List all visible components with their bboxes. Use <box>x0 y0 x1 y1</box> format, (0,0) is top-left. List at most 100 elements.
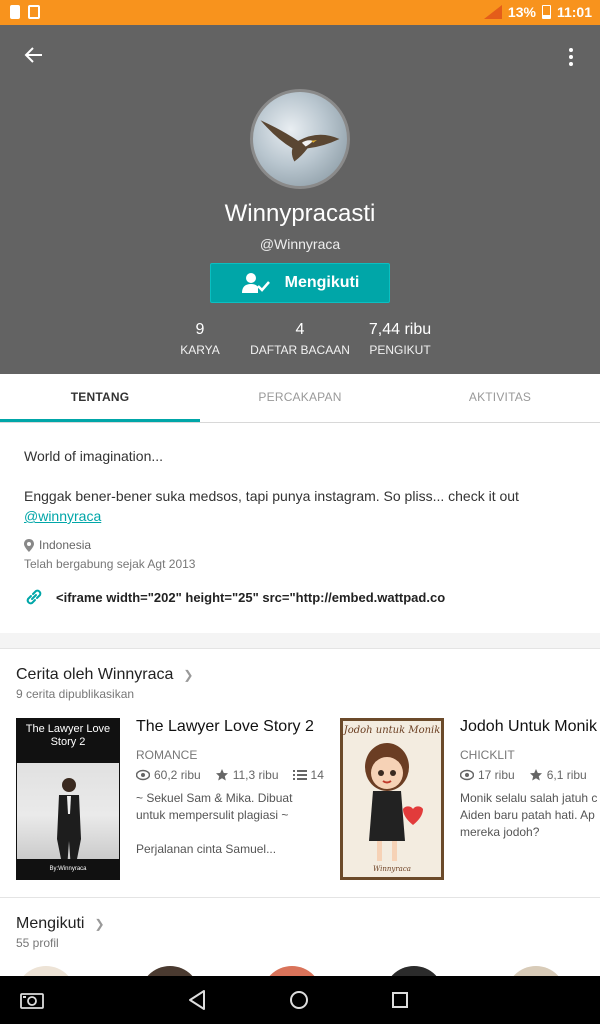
story-stats: 60,2 ribu 11,3 ribu 14 <box>136 768 324 782</box>
desc-line: untuk mempersulit plagiasi ~ <box>136 808 289 822</box>
story-stats: 17 ribu 6,1 ribu <box>460 768 600 782</box>
stat-value: 9 <box>195 321 205 338</box>
stat-works[interactable]: 9 KARYA <box>170 321 230 357</box>
desc-line: Monik selalu salah jatuh c <box>460 791 598 805</box>
nav-home-button[interactable] <box>287 988 311 1012</box>
story-votes: 11,3 ribu <box>232 768 279 782</box>
tab-activity[interactable]: AKTIVITAS <box>400 374 600 422</box>
following-title-text: Mengikuti <box>16 915 85 932</box>
circle-home-icon <box>290 991 308 1009</box>
star-icon <box>529 769 542 781</box>
section-divider <box>0 897 600 898</box>
following-section-title[interactable]: Mengikuti ❯ <box>16 915 105 933</box>
eye-icon <box>136 769 150 781</box>
profile-name: Winnypracasti <box>224 200 376 227</box>
nav-recents-button[interactable] <box>388 988 412 1012</box>
stories-title-text: Cerita oleh Winnyraca <box>16 666 174 683</box>
avatar[interactable] <box>262 966 322 976</box>
user-check-icon <box>241 273 270 293</box>
avatar[interactable] <box>16 966 76 976</box>
joined-date: Telah bergabung sejak Agt 2013 <box>24 557 196 571</box>
active-tab-indicator <box>0 419 200 422</box>
screenshot-button[interactable] <box>20 988 44 1012</box>
stories-count: 9 cerita dipublikasikan <box>16 687 135 701</box>
triangle-back-icon <box>189 990 205 1010</box>
avatar[interactable] <box>140 966 200 976</box>
story-genre: CHICKLIT <box>460 748 515 762</box>
nav-back-button[interactable] <box>185 988 209 1012</box>
battery-icon <box>541 5 551 19</box>
list-icon <box>292 770 307 780</box>
profile-handle: @Winnyraca <box>259 236 341 252</box>
following-label: Mengikuti <box>284 274 360 291</box>
notification-alert-icon <box>10 5 20 19</box>
avatar[interactable] <box>384 966 444 976</box>
stat-reading-lists[interactable]: 4 DAFTAR BACAAN <box>245 321 355 357</box>
story-reads: 60,2 ribu <box>154 768 201 782</box>
desc-line: Perjalanan cinta Samuel... <box>136 842 277 856</box>
tab-about[interactable]: TENTANG <box>0 374 200 422</box>
cover-author: Winnyraca <box>373 865 411 873</box>
desc-line: ~ Sekuel Sam & Mika. Dibuat <box>136 791 293 805</box>
profile-tabs: TENTANG PERCAKAPAN AKTIVITAS <box>0 374 600 423</box>
following-count: 55 profil <box>16 936 59 950</box>
bio-paragraph: Enggak bener-bener suka medsos, tapi pun… <box>24 486 564 526</box>
story-card[interactable]: The Lawyer Love Story 2 ROMANCE 60,2 rib… <box>136 718 324 858</box>
stat-value: 7,44 ribu <box>368 321 432 338</box>
story-votes: 6,1 ribu <box>546 768 587 782</box>
about-section: World of imagination... Enggak bener-ben… <box>0 423 600 633</box>
stat-label: PENGIKUT <box>369 343 431 357</box>
instagram-link[interactable]: @winnyraca <box>24 508 101 524</box>
story-parts: 14 <box>310 768 324 782</box>
battery-percent: 13% <box>507 4 536 20</box>
website-text: <iframe width="202" height="25" src="htt… <box>56 589 446 605</box>
clock: 11:01 <box>556 4 592 20</box>
bio-line: World of imagination... <box>24 448 164 464</box>
story-genre: ROMANCE <box>136 748 198 762</box>
desc-line <box>136 824 324 841</box>
status-bar: 13% 11:01 <box>0 0 600 25</box>
website-link[interactable]: <iframe width="202" height="25" src="htt… <box>24 587 445 607</box>
profile-header: Winnypracasti @Winnyraca Mengikuti 9 KAR… <box>0 25 600 374</box>
story-title: Jodoh Untuk Monik <box>460 718 597 735</box>
camera-icon <box>20 993 44 1009</box>
bio-text: Enggak bener-bener suka medsos, tapi pun… <box>24 488 519 504</box>
stat-followers[interactable]: 7,44 ribu PENGIKUT <box>360 321 440 357</box>
eye-icon <box>460 769 474 781</box>
desc-line: Aiden baru patah hati. Ap <box>460 808 595 822</box>
tab-conversations[interactable]: PERCAKAPAN <box>200 374 400 422</box>
section-divider <box>0 633 600 649</box>
chevron-right-icon: ❯ <box>183 668 194 682</box>
following-button[interactable]: Mengikuti <box>210 263 390 303</box>
stat-label: KARYA <box>180 343 220 357</box>
stat-label: DAFTAR BACAAN <box>250 343 350 357</box>
story-card[interactable]: Jodoh Untuk Monik CHICKLIT 17 ribu 6,1 r… <box>460 718 600 841</box>
signal-icon <box>483 5 502 19</box>
link-icon <box>26 589 42 605</box>
system-nav-bar <box>0 976 600 1024</box>
avatar[interactable] <box>250 89 350 189</box>
cover-girl-image <box>365 743 423 861</box>
story-reads: 17 ribu <box>478 768 515 782</box>
story-title: The Lawyer Love Story 2 <box>136 718 314 735</box>
cover-author: By:Winnyraca <box>17 859 119 879</box>
avatar[interactable] <box>506 966 566 976</box>
arrow-left-icon <box>24 47 42 63</box>
following-avatars <box>0 966 600 976</box>
stories-section-title[interactable]: Cerita oleh Winnyraca ❯ <box>16 666 193 684</box>
notification-image-icon <box>28 5 40 19</box>
more-options-button[interactable] <box>566 45 576 69</box>
desc-line: mereka jodoh? <box>460 825 540 839</box>
location-text: Indonesia <box>39 538 92 552</box>
story-description: ~ Sekuel Sam & Mika. Dibuat untuk memper… <box>136 790 324 858</box>
cover-person-image <box>57 778 81 869</box>
star-icon <box>215 769 228 781</box>
location-pin-icon <box>24 538 34 552</box>
back-button[interactable] <box>24 45 56 69</box>
story-cover[interactable]: The Lawyer Love Story 2 By:Winnyraca <box>16 718 120 880</box>
story-cover[interactable]: Jodoh untuk Monik Winnyraca <box>340 718 444 880</box>
square-recents-icon <box>392 992 408 1008</box>
location: Indonesia <box>24 538 91 552</box>
stat-value: 4 <box>295 321 305 338</box>
chevron-right-icon: ❯ <box>94 917 105 931</box>
